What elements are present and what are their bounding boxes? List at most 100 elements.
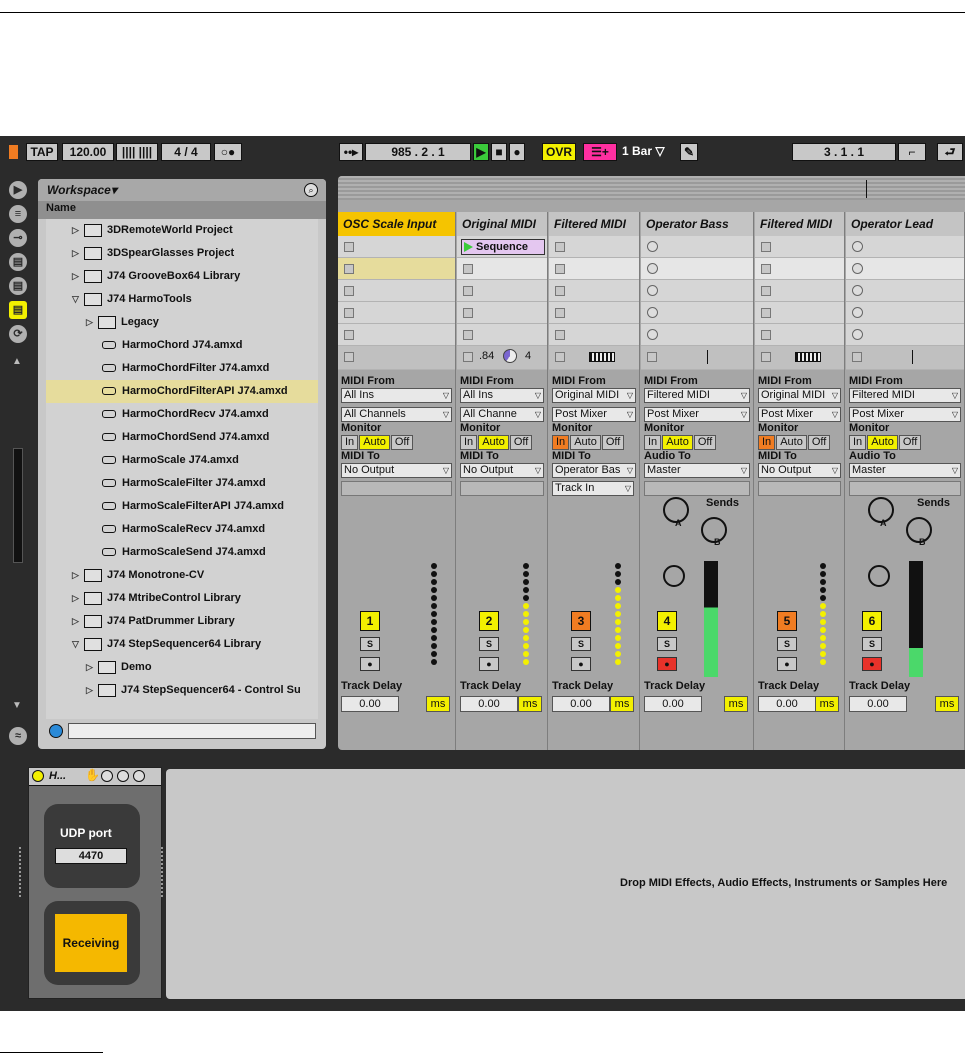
- track-title[interactable]: Operator Bass: [641, 212, 753, 236]
- clip-stop-icon[interactable]: [463, 264, 473, 274]
- clip-slot[interactable]: [457, 258, 547, 280]
- monitor-auto-button[interactable]: Auto: [662, 435, 693, 450]
- loop-switch-icon[interactable]: ⮐: [937, 143, 963, 161]
- track-title[interactable]: Filtered MIDI: [755, 212, 844, 236]
- browser-item[interactable]: ▷ J74 Monotrone-CV: [46, 564, 318, 587]
- pan-knob[interactable]: [868, 565, 890, 587]
- clip-stop-icon[interactable]: [344, 242, 354, 252]
- monitor-in-button[interactable]: In: [644, 435, 662, 450]
- browser-item[interactable]: HarmoChord J74.amxd: [46, 334, 318, 357]
- clip-slot[interactable]: [549, 236, 639, 258]
- arm-button[interactable]: ●: [777, 657, 797, 671]
- nudge-buttons[interactable]: |||| ||||: [116, 143, 158, 161]
- track-delay-field[interactable]: 0.00: [552, 696, 610, 712]
- track-title[interactable]: Operator Lead: [846, 212, 964, 236]
- browser-item[interactable]: ▷ J74 StepSequencer64 - Control Su: [46, 679, 318, 702]
- track-activator-button[interactable]: 3: [571, 611, 591, 631]
- clip-stop-icon[interactable]: [344, 308, 354, 318]
- collapsed-arrow-icon[interactable]: ▷: [86, 679, 98, 702]
- input-type-dropdown[interactable]: Original MIDI: [552, 388, 636, 403]
- output-dropdown[interactable]: Master: [849, 463, 961, 478]
- record-arm-circle-icon[interactable]: [647, 307, 658, 318]
- follow-button[interactable]: ••▸: [339, 143, 363, 161]
- input-channel-dropdown[interactable]: All Channe: [460, 407, 544, 422]
- clip-slot[interactable]: Sequence: [457, 236, 547, 258]
- clip-slot[interactable]: [641, 302, 753, 324]
- punch-in-icon[interactable]: ⌐: [898, 143, 926, 161]
- stop-all-icon[interactable]: [463, 352, 473, 362]
- filter-input[interactable]: [68, 723, 316, 739]
- clip-slot[interactable]: [549, 258, 639, 280]
- browser-item[interactable]: ▽ J74 StepSequencer64 Library: [46, 633, 318, 656]
- stop-all-icon[interactable]: [344, 352, 354, 362]
- hand-icon[interactable]: ✋: [85, 768, 100, 782]
- clip-stop-icon[interactable]: [344, 264, 354, 274]
- record-arm-circle-icon[interactable]: [852, 263, 863, 274]
- quantize-menu[interactable]: 1 Bar ▽: [622, 143, 678, 161]
- expanded-arrow-icon[interactable]: ▽: [72, 288, 84, 311]
- input-channel-dropdown[interactable]: Post Mixer: [849, 407, 961, 422]
- monitor-auto-button[interactable]: Auto: [776, 435, 807, 450]
- record-arm-circle-icon[interactable]: [852, 285, 863, 296]
- browser-item[interactable]: ▷ 3DRemoteWorld Project: [46, 219, 318, 242]
- track-activator-button[interactable]: 4: [657, 611, 677, 631]
- stop-all-icon[interactable]: [852, 352, 862, 362]
- draw-mode-icon[interactable]: ✎: [680, 143, 698, 161]
- collapsed-arrow-icon[interactable]: ▷: [72, 587, 84, 610]
- monitor-auto-button[interactable]: Auto: [359, 435, 390, 450]
- solo-button[interactable]: S: [862, 637, 882, 651]
- search-icon[interactable]: ⌕: [304, 183, 318, 197]
- arm-button[interactable]: ●: [360, 657, 380, 671]
- browser-item[interactable]: HarmoChordRecv J74.amxd: [46, 403, 318, 426]
- track-delay-field[interactable]: 0.00: [644, 696, 702, 712]
- browser-item[interactable]: ▷ J74 MtribeControl Library: [46, 587, 318, 610]
- record-arm-circle-icon[interactable]: [647, 241, 658, 252]
- clip-stop-icon[interactable]: [555, 330, 565, 340]
- clip-slot[interactable]: [846, 236, 964, 258]
- record-arm-circle-icon[interactable]: [852, 307, 863, 318]
- udp-port-field[interactable]: 4470: [55, 848, 127, 864]
- browser-item[interactable]: ▷ J74 GrooveBox64 Library: [46, 265, 318, 288]
- tap-button[interactable]: TAP: [26, 143, 58, 161]
- workspace-dropdown[interactable]: Workspace▾: [47, 183, 117, 197]
- info-icon[interactable]: [49, 724, 63, 738]
- browser-toggle-icon[interactable]: ▶: [9, 181, 27, 199]
- pan-knob[interactable]: [663, 565, 685, 587]
- clip-slot[interactable]: [549, 280, 639, 302]
- arm-button[interactable]: ●: [479, 657, 499, 671]
- stop-all-icon[interactable]: [761, 352, 771, 362]
- monitor-off-button[interactable]: Off: [807, 435, 831, 450]
- clip-stop-icon[interactable]: [344, 286, 354, 296]
- browser-item[interactable]: ▷ 3DSpearGlasses Project: [46, 242, 318, 265]
- monitor-in-button[interactable]: In: [341, 435, 359, 450]
- solo-button[interactable]: S: [571, 637, 591, 651]
- clip-stop-icon[interactable]: [555, 264, 565, 274]
- stop-button[interactable]: ■: [491, 143, 507, 161]
- clip-stop-icon[interactable]: [344, 330, 354, 340]
- clip-stop-icon[interactable]: [761, 330, 771, 340]
- browser-item[interactable]: HarmoScale J74.amxd: [46, 449, 318, 472]
- ms-toggle[interactable]: ms: [935, 696, 959, 712]
- arm-button[interactable]: ●: [862, 657, 882, 671]
- record-arm-circle-icon[interactable]: [647, 263, 658, 274]
- input-type-dropdown[interactable]: All Ins: [460, 388, 544, 403]
- browser-item[interactable]: ▽ J74 HarmoTools: [46, 288, 318, 311]
- clip-slot[interactable]: [457, 324, 547, 346]
- collapsed-arrow-icon[interactable]: ▷: [72, 265, 84, 288]
- track-activator-button[interactable]: 1: [360, 611, 380, 631]
- track-delay-field[interactable]: 0.00: [758, 696, 816, 712]
- sequence-clip[interactable]: Sequence: [461, 239, 545, 255]
- clip-slot[interactable]: [755, 324, 844, 346]
- monitor-in-button[interactable]: In: [460, 435, 478, 450]
- browser-item[interactable]: HarmoChordSend J74.amxd: [46, 426, 318, 449]
- browser-item[interactable]: HarmoScaleRecv J74.amxd: [46, 518, 318, 541]
- output-channel-dropdown[interactable]: Track In: [552, 481, 634, 496]
- clip-stop-icon[interactable]: [555, 242, 565, 252]
- arm-button[interactable]: ●: [571, 657, 591, 671]
- clip-slot[interactable]: [641, 280, 753, 302]
- monitor-auto-button[interactable]: Auto: [570, 435, 601, 450]
- collapsed-arrow-icon[interactable]: ▷: [72, 219, 84, 242]
- browser-item[interactable]: ▷ Legacy: [46, 311, 318, 334]
- input-type-dropdown[interactable]: Filtered MIDI: [644, 388, 750, 403]
- clip-slot[interactable]: [338, 324, 455, 346]
